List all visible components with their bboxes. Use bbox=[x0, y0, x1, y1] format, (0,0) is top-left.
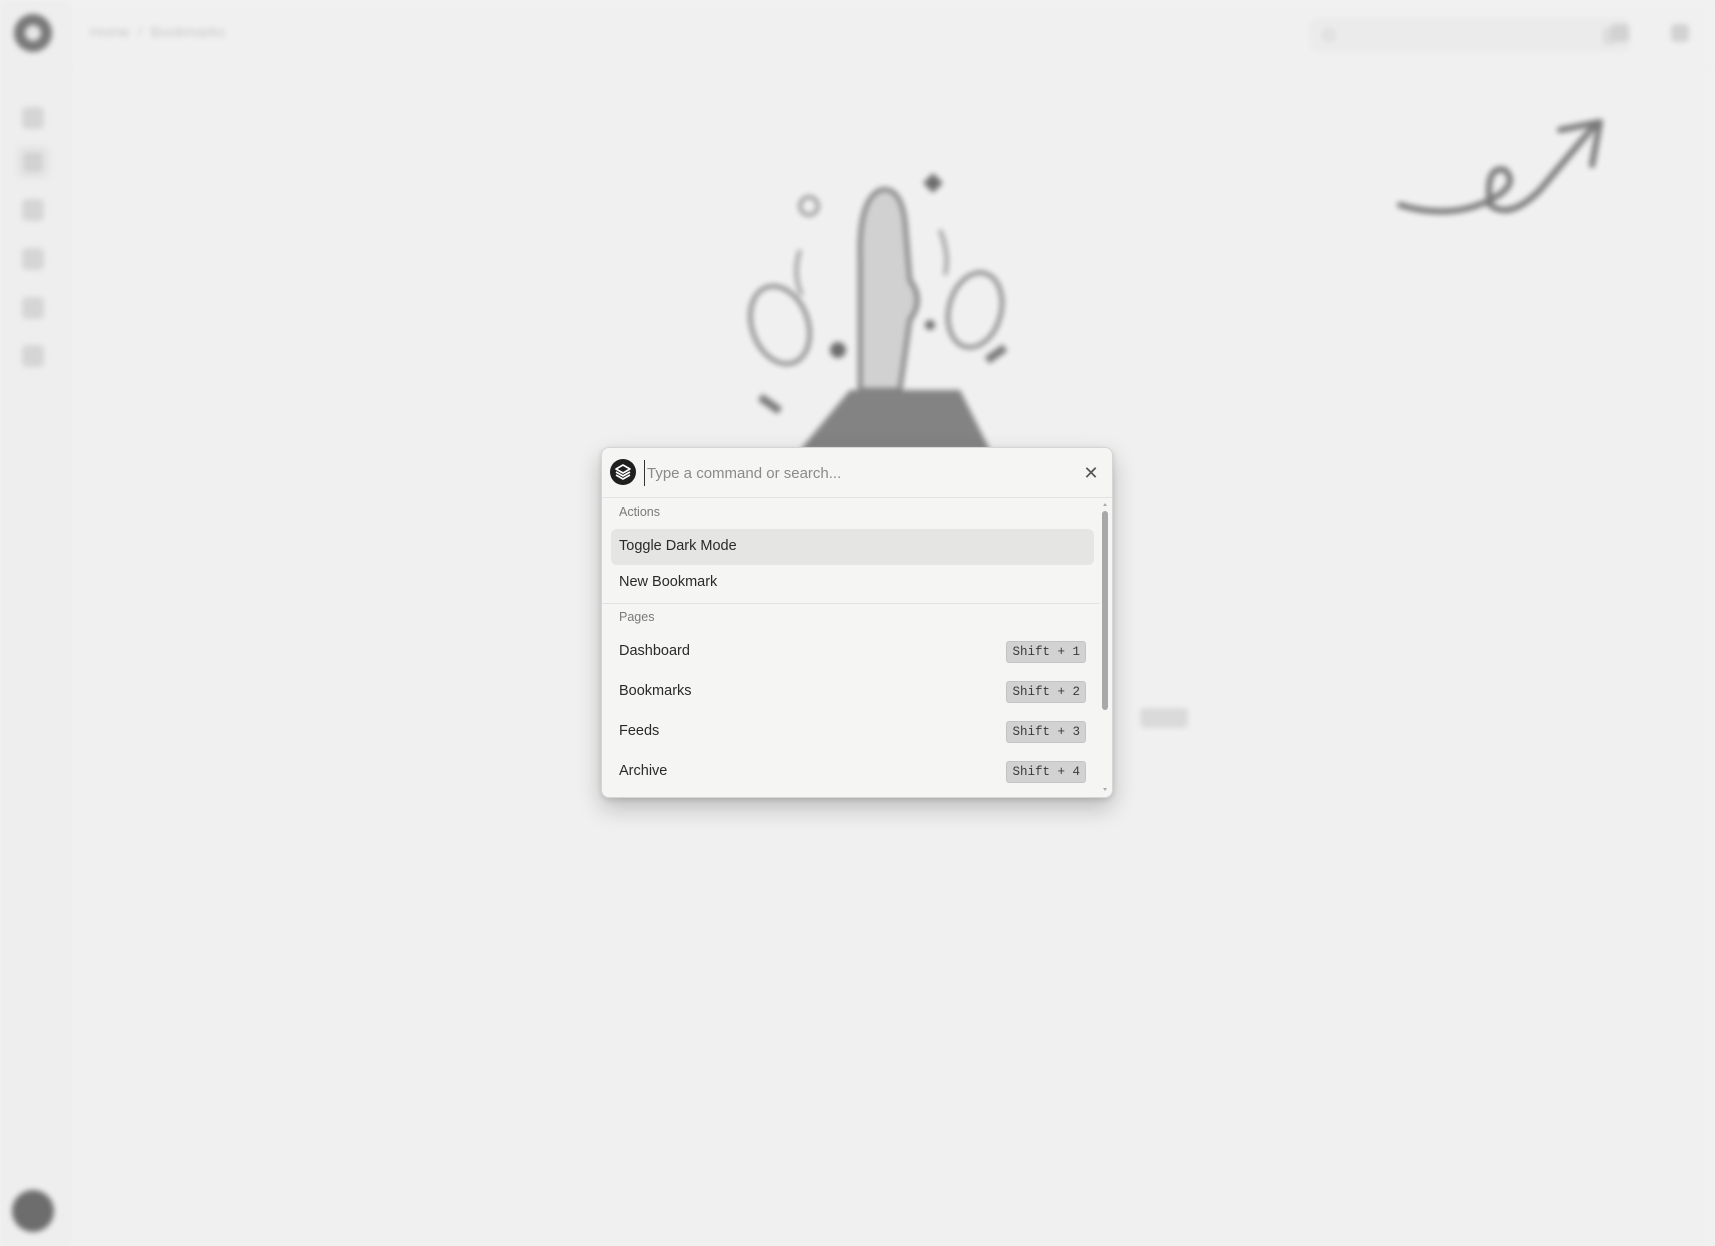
command-item-label: Archive bbox=[619, 763, 668, 779]
scroll-down-icon[interactable] bbox=[1103, 788, 1107, 791]
command-item-new-bookmark[interactable]: New Bookmark bbox=[611, 565, 1094, 601]
command-item-label: Bookmarks bbox=[619, 683, 692, 699]
group-heading-pages: Pages bbox=[619, 610, 655, 624]
command-item-dashboard[interactable]: Dashboard Shift + 1 bbox=[611, 634, 1094, 670]
command-palette: ✕ Actions Toggle Dark Mode New Bookmark … bbox=[601, 447, 1113, 798]
command-search-input[interactable] bbox=[644, 460, 1044, 486]
group-divider bbox=[602, 603, 1100, 604]
command-item-label: Toggle Dark Mode bbox=[619, 538, 737, 554]
shortcut-badge: Shift + 4 bbox=[1006, 761, 1086, 783]
close-icon[interactable]: ✕ bbox=[1080, 462, 1102, 484]
palette-header: ✕ bbox=[602, 448, 1112, 498]
group-heading-actions: Actions bbox=[619, 505, 660, 519]
command-item-label: New Bookmark bbox=[619, 574, 718, 590]
shortcut-badge: Shift + 3 bbox=[1006, 721, 1086, 743]
shortcut-badge: Shift + 1 bbox=[1006, 641, 1086, 663]
scroll-up-icon[interactable] bbox=[1103, 503, 1107, 506]
shortcut-badge: Shift + 2 bbox=[1006, 681, 1086, 703]
command-item-bookmarks[interactable]: Bookmarks Shift + 2 bbox=[611, 674, 1094, 710]
scrollbar-thumb[interactable] bbox=[1102, 511, 1108, 710]
layers-logo-icon bbox=[610, 459, 636, 485]
command-list: Actions Toggle Dark Mode New Bookmark Pa… bbox=[602, 498, 1100, 797]
command-item-label: Feeds bbox=[619, 723, 660, 739]
command-item-toggle-dark-mode[interactable]: Toggle Dark Mode bbox=[611, 529, 1094, 565]
command-item-label: Dashboard bbox=[619, 643, 690, 659]
command-item-archive[interactable]: Archive Shift + 4 bbox=[611, 754, 1094, 790]
palette-scrollbar[interactable] bbox=[1101, 503, 1109, 793]
command-item-feeds[interactable]: Feeds Shift + 3 bbox=[611, 714, 1094, 750]
